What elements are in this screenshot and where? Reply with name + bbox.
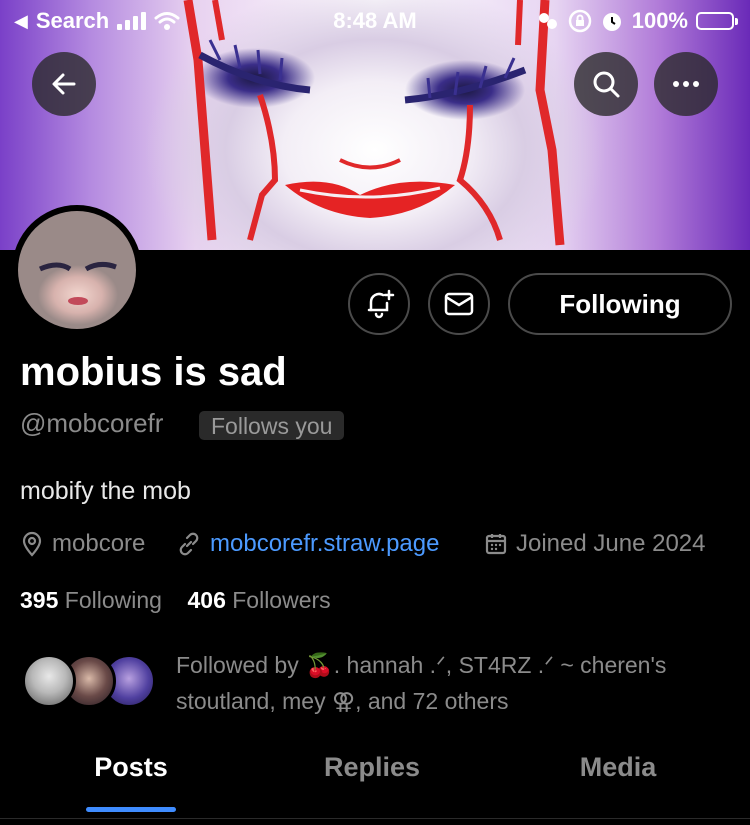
avatar-image	[18, 211, 136, 329]
follows-you-badge: Follows you	[199, 411, 345, 440]
ellipsis-icon	[673, 81, 699, 87]
bio: mobify the mob	[20, 477, 191, 505]
status-right: 100%	[536, 8, 738, 34]
tab-divider	[0, 818, 750, 819]
battery-percent: 100%	[631, 8, 688, 33]
calendar-icon	[485, 534, 507, 555]
website-link[interactable]: mobcorefr.straw.page	[210, 530, 439, 558]
more-button[interactable]	[654, 52, 718, 116]
location-text: mobcore	[52, 530, 146, 557]
dnd-icon	[538, 13, 557, 29]
following-count: 395	[20, 587, 59, 613]
alarm-icon	[602, 13, 621, 31]
notify-button[interactable]	[348, 273, 410, 335]
message-button[interactable]	[428, 273, 490, 335]
followers-count-link[interactable]: 406 Followers	[187, 587, 330, 613]
search-icon	[593, 71, 620, 98]
search-button[interactable]	[574, 52, 638, 116]
tab-media[interactable]: Media	[566, 752, 670, 783]
following-count-link[interactable]: 395 Following	[20, 587, 162, 613]
display-name: mobius is sad	[20, 350, 287, 394]
joined-date: Joined June 2024	[484, 530, 706, 558]
tab-replies[interactable]: Replies	[312, 752, 432, 783]
battery-icon	[696, 12, 738, 30]
handle: @mobcorefr	[20, 408, 164, 438]
active-tab-indicator	[86, 807, 176, 812]
back-button[interactable]	[32, 52, 96, 116]
website[interactable]: mobcorefr.straw.page	[176, 530, 439, 558]
tab-posts[interactable]: Posts	[86, 752, 176, 783]
location: mobcore	[20, 530, 145, 558]
location-pin-icon	[22, 531, 42, 557]
joined-text: Joined June 2024	[516, 530, 706, 557]
follow-counts: 395 Following 406 Followers	[20, 587, 331, 614]
status-bar: ◀ Search 8:48 AM 100%	[0, 0, 750, 40]
bell-plus-icon	[367, 289, 395, 319]
envelope-icon	[444, 292, 474, 316]
link-icon	[179, 532, 199, 556]
followers-label: Followers	[232, 587, 331, 613]
following-label: Following	[64, 587, 162, 613]
arrow-left-icon	[52, 73, 76, 95]
followed-by-text: Followed by 🍒. hannah .ᐟ, ST4RZ .ᐟ ~ che…	[176, 652, 667, 714]
orientation-lock-icon	[568, 9, 591, 33]
following-button[interactable]: Following	[508, 273, 732, 335]
follower-avatar	[22, 654, 76, 708]
followers-count: 406	[187, 587, 226, 613]
avatar[interactable]	[12, 205, 142, 335]
